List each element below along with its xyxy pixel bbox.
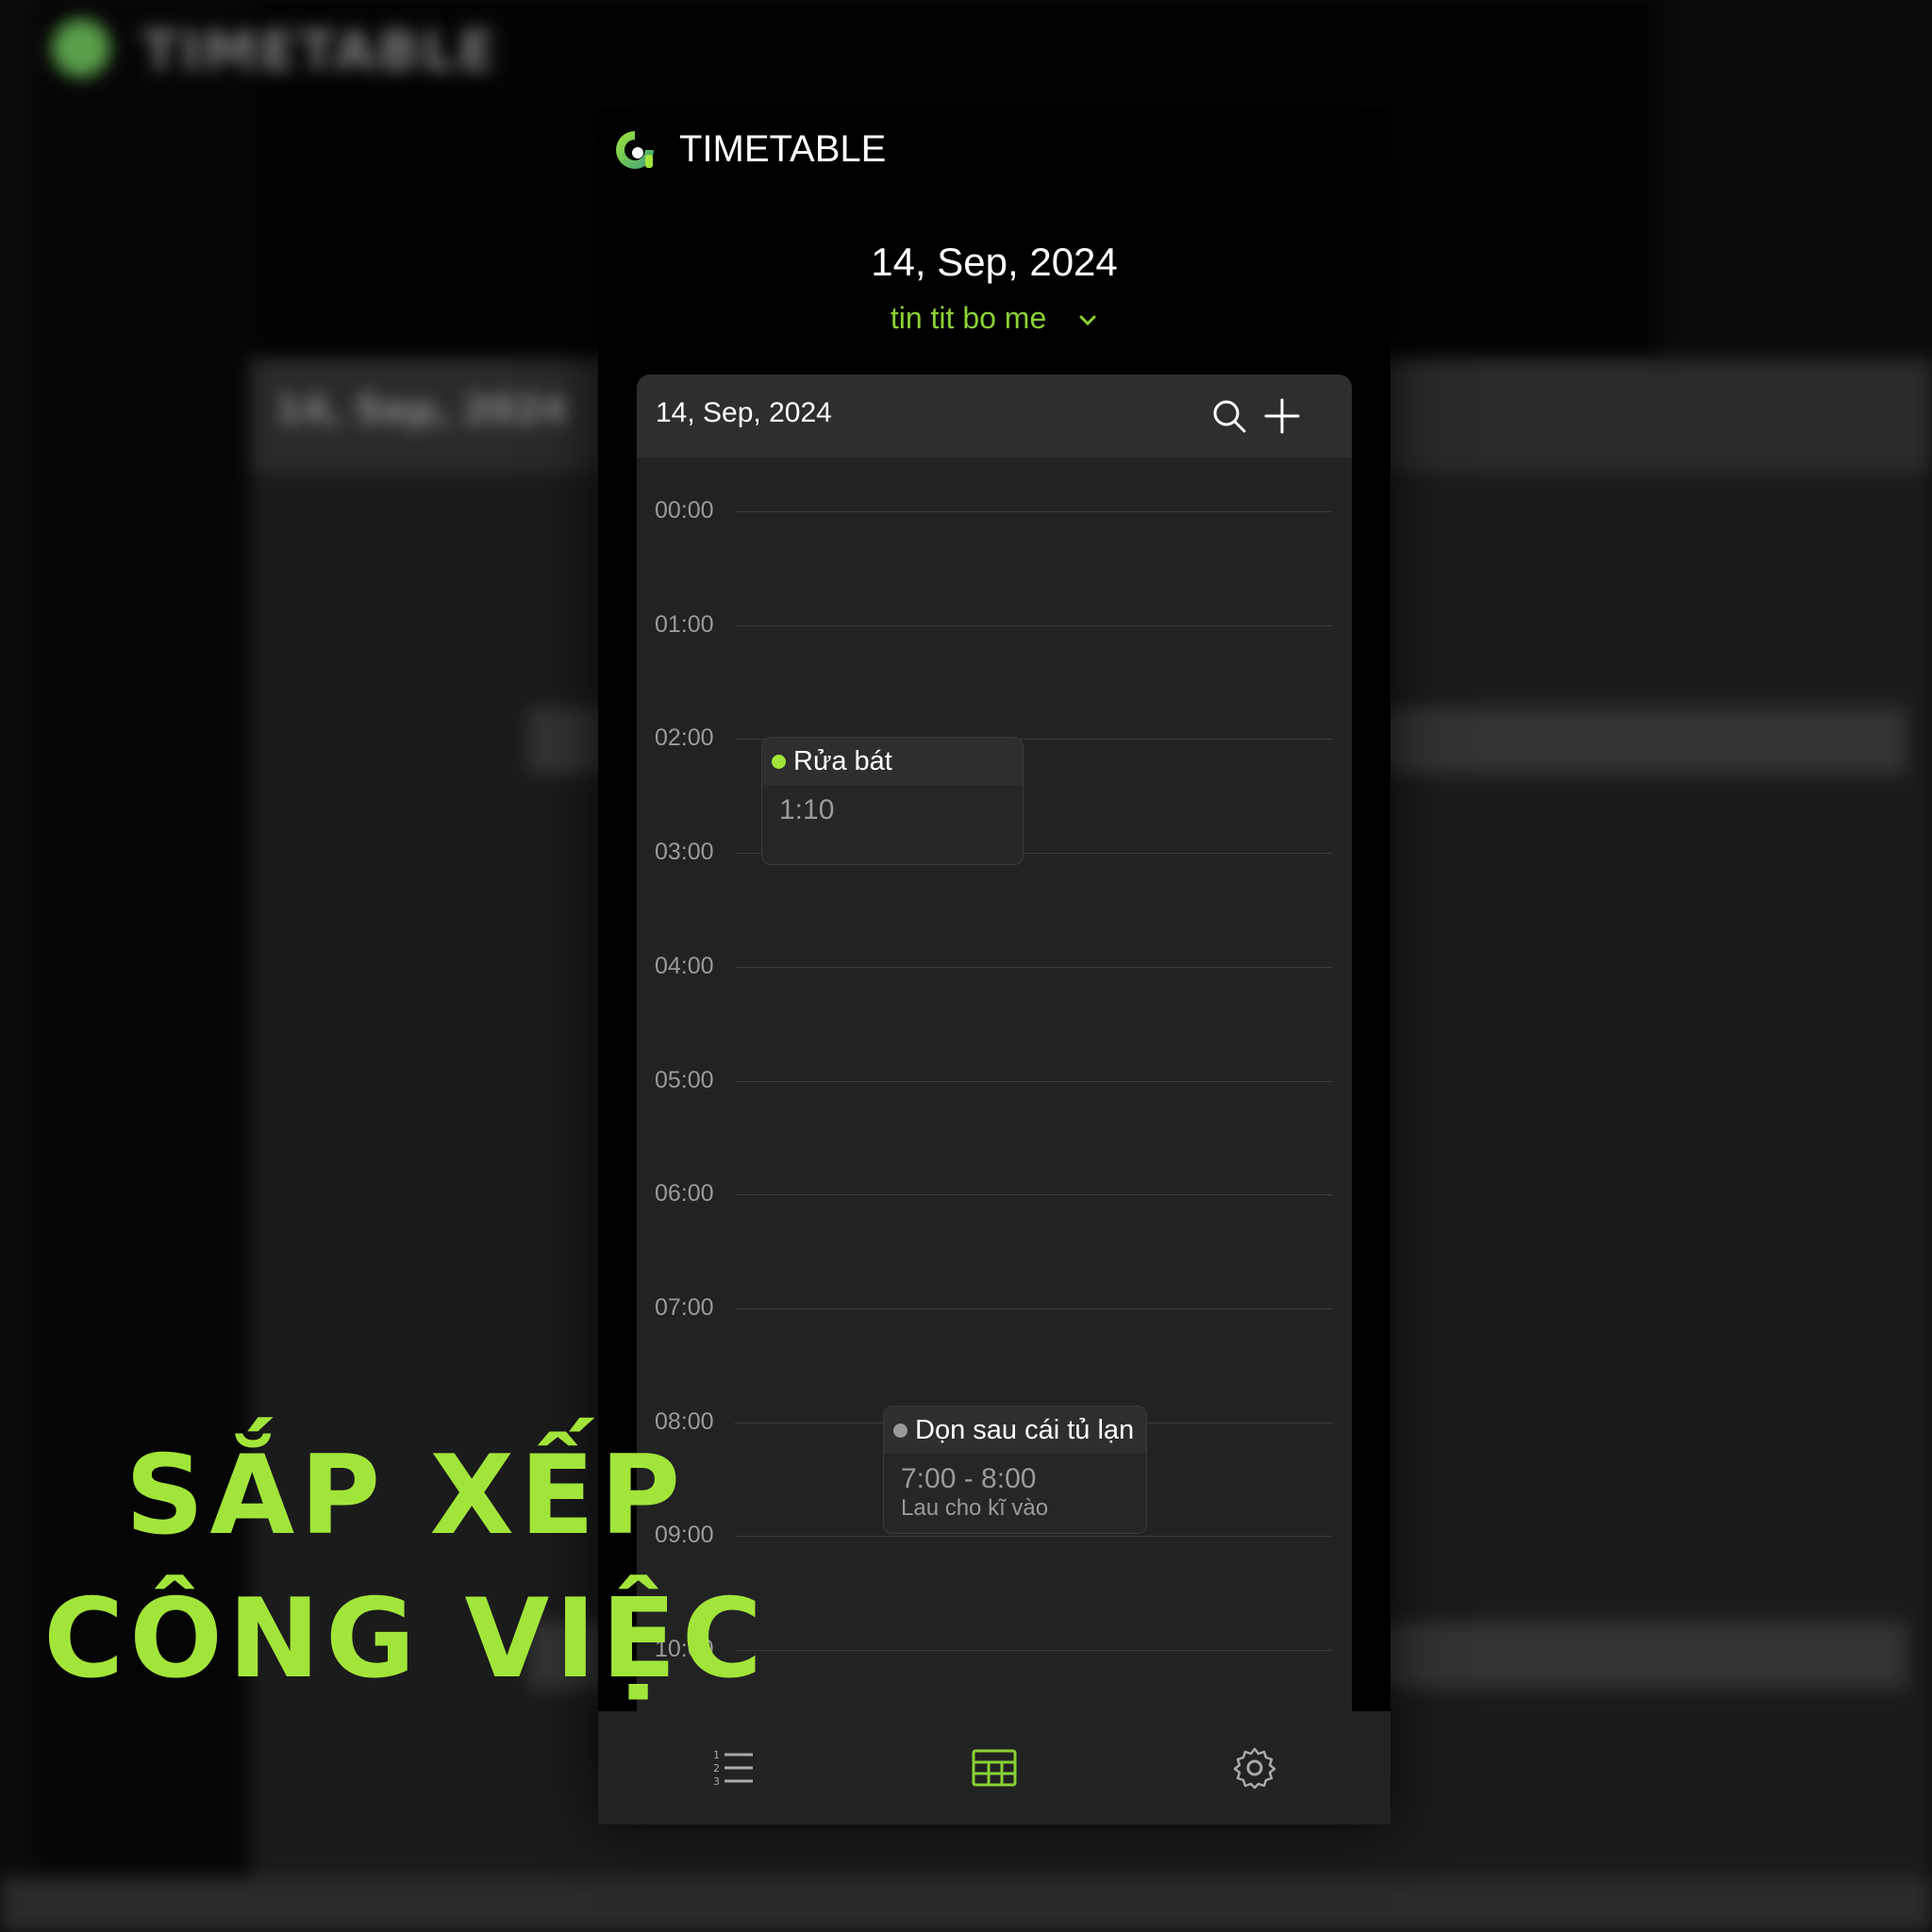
bottom-nav: 1 2 3 [598, 1711, 1391, 1824]
timetable-selector[interactable]: tin tit bo me [598, 301, 1391, 336]
event-header: Dọn sau cái tủ lạn [884, 1407, 1146, 1454]
hour-row: 06:00 [637, 1180, 1352, 1207]
event-time: 1:10 [779, 794, 835, 825]
hour-line [735, 1536, 1333, 1538]
calendar-date: 14, Sep, 2024 [656, 397, 832, 428]
hour-row: 01:00 [637, 611, 1352, 638]
calendar-header: 14, Sep, 2024 [637, 375, 1352, 458]
app-title: TIMETABLE [679, 128, 887, 170]
hour-line [735, 625, 1333, 626]
hour-row: 04:00 [637, 953, 1352, 979]
bg-title-text: TIMETABLE [142, 19, 498, 83]
event-card[interactable]: Rửa bát 1:10 [761, 737, 1024, 865]
event-title: Dọn sau cái tủ lạn [915, 1414, 1135, 1445]
hour-label: 04:00 [655, 952, 714, 979]
svg-text:3: 3 [713, 1775, 720, 1788]
caption-line-2: CÔNG VIỆC [43, 1575, 768, 1703]
plus-icon[interactable] [1263, 397, 1301, 435]
event-note: Lau cho kĩ vào [901, 1495, 1049, 1521]
hour-line [735, 1307, 1333, 1309]
list-icon[interactable]: 1 2 3 [711, 1745, 757, 1790]
event-dot [772, 754, 786, 769]
hour-line [735, 1650, 1333, 1651]
hour-line [735, 966, 1333, 968]
hour-row: 07:00 [637, 1294, 1352, 1321]
svg-text:2: 2 [713, 1762, 720, 1774]
event-dot [893, 1423, 908, 1438]
bg-bottom-bar [0, 1877, 1932, 1932]
current-date: 14, Sep, 2024 [871, 240, 1118, 284]
hour-row: 05:00 [637, 1067, 1352, 1093]
hour-label: 07:00 [655, 1293, 714, 1321]
hour-label: 00:00 [655, 497, 714, 524]
hour-label: 02:00 [655, 724, 714, 752]
bg-logo [52, 19, 110, 77]
hour-label: 05:00 [655, 1066, 714, 1093]
hour-row: 00:00 [637, 497, 1352, 524]
hour-label: 01:00 [655, 610, 714, 638]
selector-label: tin tit bo me [890, 301, 1047, 335]
chevron-down-icon [1079, 315, 1096, 325]
caption-line-1: SẮP XẾP [125, 1432, 687, 1559]
bg-date-text: 14, Sep, 2024 [275, 389, 568, 432]
hour-line [735, 511, 1333, 512]
hour-line [735, 1080, 1333, 1082]
event-card[interactable]: Dọn sau cái tủ lạn 7:00 - 8:00 Lau cho k… [883, 1406, 1147, 1534]
app-header: TIMETABLE [598, 108, 1391, 192]
table-icon[interactable] [972, 1745, 1017, 1790]
event-header: Rửa bát [762, 738, 1023, 785]
phone-screen: TIMETABLE 14, Sep, 2024 tin tit bo me 14… [598, 108, 1391, 1824]
hour-label: 03:00 [655, 839, 714, 866]
app-logo-icon [616, 131, 654, 169]
search-icon[interactable] [1210, 397, 1248, 435]
gear-icon[interactable] [1232, 1745, 1277, 1790]
hour-line [735, 1194, 1333, 1196]
svg-text:1: 1 [713, 1749, 720, 1761]
event-time: 7:00 - 8:00 [901, 1463, 1037, 1494]
hour-label: 06:00 [655, 1180, 714, 1208]
event-title: Rửa bát [793, 745, 892, 776]
